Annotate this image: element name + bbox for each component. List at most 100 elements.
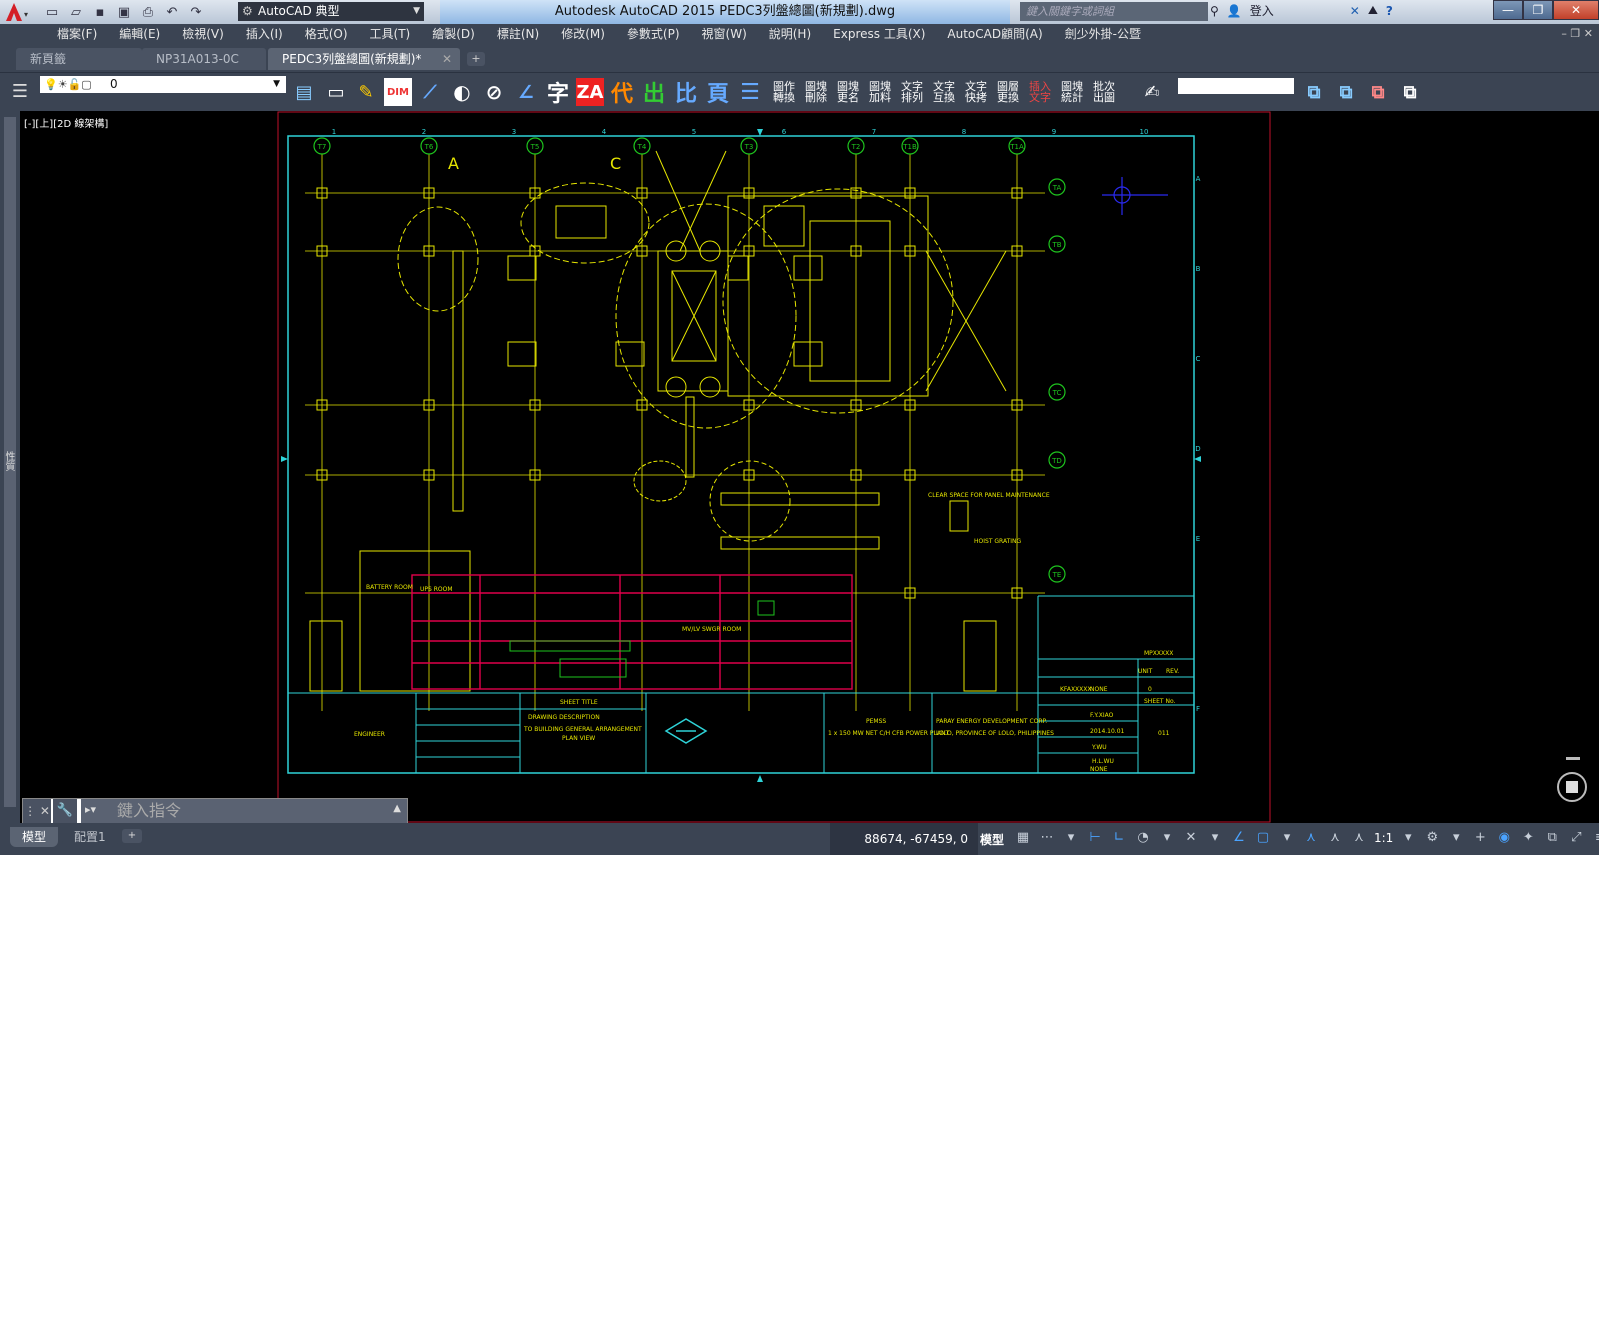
isolate-objects-icon[interactable]: ◉ [1495,829,1513,847]
redo-icon[interactable]: ↷ [186,3,206,21]
clean-screen-icon[interactable]: ⧉ [1543,829,1561,847]
output-button[interactable]: 出 [640,78,668,107]
chevron-down-icon[interactable]: ▾ [1062,829,1080,847]
customization-menu-icon[interactable]: ≡ [1591,829,1599,847]
page-button[interactable]: 頁 [704,78,732,107]
hardware-acceleration-icon[interactable]: ✦ [1519,829,1537,847]
workspace-switch-icon[interactable]: ⚙ [1423,829,1441,847]
menu-parametric[interactable]: 參數式(P) [616,24,691,44]
fullscreen-icon[interactable]: ⤢ [1567,829,1585,847]
new-tab-button[interactable]: + [467,52,485,66]
prompt-icon[interactable]: ▸▾ [85,803,96,816]
scale-dropdown[interactable]: 1:1 [1374,829,1393,847]
compare-button[interactable]: 比 [672,78,700,107]
dim-button[interactable]: DIM [384,78,412,106]
chevron-up-icon[interactable]: ▲ [393,803,401,814]
menu-draw[interactable]: 繪製(D) [421,24,486,44]
circle-icon[interactable]: ◐ [448,78,476,106]
xref-reload-icon[interactable]: ⧉ [1332,78,1360,106]
tab-pedc3[interactable]: PEDC3列盤總圖(新規劃)* ✕ [268,48,460,70]
xref-detach-icon[interactable]: ⧉ [1364,78,1392,106]
binoculars-icon[interactable]: ⚲ [1210,4,1219,18]
measure-icon[interactable]: ⟋ [416,78,444,106]
close-button[interactable]: ✕ [1553,0,1599,20]
save-as-icon[interactable]: ▣ [114,3,134,21]
save-icon[interactable]: ▪ [90,3,110,21]
folder-icon[interactable]: ▭ [322,78,350,106]
block-add-button[interactable]: 圖塊 加料 [866,78,894,106]
block-convert-button[interactable]: 圖作 轉換 [770,78,798,106]
maximize-button[interactable]: ❐ [1523,0,1553,20]
new-icon[interactable]: ▭ [42,3,62,21]
xref-attach-icon[interactable]: ⧉ [1300,78,1328,106]
xref-bind-icon[interactable]: ⧉ [1396,78,1424,106]
undo-icon[interactable]: ↶ [162,3,182,21]
grid-icon[interactable]: ▦ [1014,829,1032,847]
text-arrange-button[interactable]: 文字 排列 [898,78,926,106]
coordinates-readout[interactable]: 88674, -67459, 0 [830,823,978,855]
menu-express[interactable]: Express 工具(X) [822,24,936,44]
menu-help[interactable]: 說明(H) [758,24,822,44]
model-space-button[interactable]: 模型 [980,831,1004,848]
menu-edit[interactable]: 編輯(E) [108,24,171,44]
command-input[interactable]: 鍵入指令 [81,799,407,823]
text-swap-button[interactable]: 文字 互換 [930,78,958,106]
add-layout-button[interactable]: + [122,829,142,843]
menu-plugin[interactable]: 劍少外掛-公暨 [1054,24,1152,44]
chevron-down-icon[interactable]: ▾ [1399,829,1417,847]
properties-palette-strip[interactable]: 性質 [0,111,20,823]
text-button[interactable]: 字 [544,78,572,107]
menu-tools[interactable]: 工具(T) [359,24,422,44]
chevron-down-icon[interactable]: ▾ [1158,829,1176,847]
tab-new[interactable]: 新頁籤 [16,48,142,70]
layer-properties-icon[interactable]: ☰ [6,77,34,105]
block-delete-button[interactable]: 圖塊 刪除 [802,78,830,106]
edit-icon[interactable]: ✍ [1138,78,1166,106]
exchange-icon[interactable]: ✕ [1350,4,1360,18]
layer-change-button[interactable]: 圖層 更換 [994,78,1022,106]
open-icon[interactable]: ▱ [66,3,86,21]
ortho-icon[interactable]: ∟ [1110,829,1128,847]
layer-dropdown[interactable]: 💡☀🔓▢ 0 ▼ [40,76,286,93]
snap-icon[interactable]: ⋯ [1038,829,1056,847]
workspace-dropdown[interactable]: AutoCAD 典型 ▼ [238,2,424,21]
mdi-controls[interactable]: – ❐ ✕ [1561,27,1593,40]
list-icon[interactable]: ☰ [736,78,764,106]
command-line[interactable]: ⋮ ✕ 🔧 鍵入指令 ▸▾ ▲ [22,798,408,824]
search-input[interactable]: 鍵入關鍵字或詞組 [1020,2,1208,21]
tab-layout1[interactable]: 配置1 [62,827,118,847]
menu-window[interactable]: 視窗(W) [691,24,758,44]
minimize-button[interactable]: — [1493,0,1523,20]
chevron-down-icon[interactable]: ▾ [1278,829,1296,847]
object-snap-tracking-icon[interactable]: ∠ [1230,829,1248,847]
object-snap-icon[interactable]: ▢ [1254,829,1272,847]
batch-plot-button[interactable]: 批次 出圖 [1090,78,1118,106]
menu-dimension[interactable]: 標註(N) [486,24,550,44]
text-copy-button[interactable]: 文字 快拷 [962,78,990,106]
menu-modify[interactable]: 修改(M) [550,24,616,44]
annotation-visibility-icon[interactable]: ⋏ [1302,829,1320,847]
angle-icon[interactable]: ∠ [512,78,540,106]
menu-view[interactable]: 檢視(V) [171,24,235,44]
layer-match-icon[interactable]: ▤ [290,78,318,106]
chevron-down-icon[interactable]: ▾ [1206,829,1224,847]
close-icon[interactable]: ⋮ ✕ [23,799,51,823]
signin-link[interactable]: 登入 [1250,2,1274,19]
za-button[interactable]: ZA [576,78,604,106]
close-icon[interactable]: ✕ [442,48,452,70]
menu-file[interactable]: 檔案(F) [46,24,108,44]
chevron-down-icon[interactable]: ▾ [1447,829,1465,847]
circle-slash-icon[interactable]: ⊘ [480,78,508,106]
wand-icon[interactable]: ✎ [352,78,380,106]
isodraft-icon[interactable]: ✕ [1182,829,1200,847]
menu-insert[interactable]: 插入(I) [235,24,294,44]
block-count-button[interactable]: 圖塊 統計 [1058,78,1086,106]
polar-icon[interactable]: ◔ [1134,829,1152,847]
tab-np31a013[interactable]: NP31A013-0C [142,48,266,70]
wrench-icon[interactable]: 🔧 [53,799,77,823]
infer-constraints-icon[interactable]: ⊢ [1086,829,1104,847]
menu-advisor[interactable]: AutoCAD顧問(A) [936,24,1053,44]
toolbar-input[interactable] [1178,78,1294,94]
insert-text-button[interactable]: 插入 文字 [1026,78,1054,106]
replace-button[interactable]: 代 [608,78,636,107]
